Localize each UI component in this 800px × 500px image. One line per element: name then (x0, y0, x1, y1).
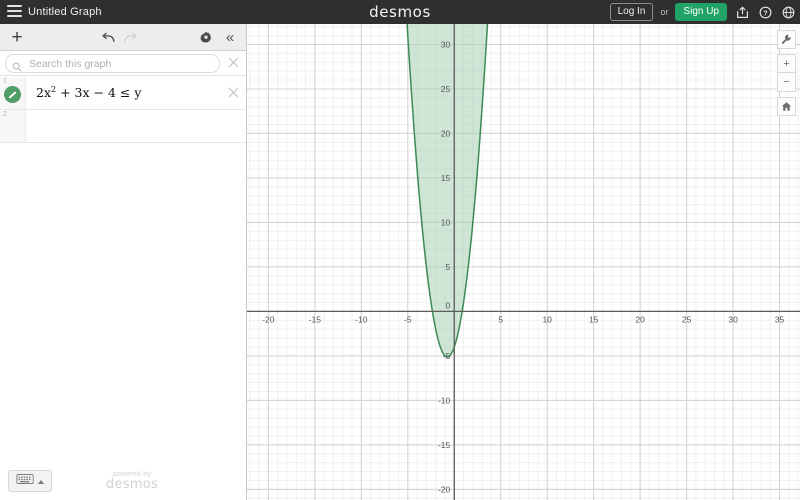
y-tick-label: 15 (441, 173, 451, 183)
zoom-controls: + − (777, 54, 796, 92)
or-label: or (660, 7, 669, 17)
log-in-button[interactable]: Log In (609, 3, 654, 21)
formula-rest: + 3x − 4 ≤ y (56, 85, 142, 101)
expression-row-1[interactable]: 1 2x2 + 3x − 4 ≤ y (0, 77, 246, 110)
y-tick-label: 5 (446, 262, 451, 272)
y-tick-label: -20 (438, 484, 451, 494)
expressions-panel: + « Search this graph 1 2x2 + 3x − 4 ≤ y… (0, 24, 247, 500)
y-tick-label: 10 (441, 217, 451, 227)
x-tick-label: 35 (775, 314, 785, 324)
powered-by-brand: desmos (105, 477, 159, 493)
keypad-toggle-button[interactable] (8, 470, 52, 492)
svg-text:?: ? (763, 10, 767, 17)
search-input[interactable] (27, 56, 213, 71)
expression-color-swatch[interactable] (4, 86, 21, 103)
caret-up-icon (37, 472, 45, 490)
add-expression-button[interactable]: + (4, 24, 30, 52)
graph-settings-wrench-button[interactable] (777, 30, 796, 49)
header-actions: Log In or Sign Up ? (609, 0, 796, 24)
expression-toolbar: + « (0, 24, 246, 51)
collapse-panel-button[interactable]: « (218, 24, 242, 50)
graph-canvas[interactable]: -20 -15 -10 -5 0 5 10 15 20 25 30 35 -20 -15 -10 -5 5 10 1… (247, 24, 800, 500)
search-box[interactable] (5, 54, 220, 73)
expression-list: 1 2x2 + 3x − 4 ≤ y 2 (0, 77, 246, 500)
x-tick-label: 25 (682, 314, 692, 324)
y-tick-label: -10 (438, 395, 451, 405)
formula-lhs: 2x (36, 85, 52, 101)
expression-formula[interactable]: 2x2 + 3x − 4 ≤ y (26, 77, 246, 109)
x-tick-label: 15 (589, 314, 599, 324)
help-circle-icon[interactable]: ? (757, 4, 773, 20)
sign-up-button[interactable]: Sign Up (675, 3, 727, 21)
search-close-icon[interactable] (227, 56, 240, 69)
search-bar (0, 51, 246, 76)
powered-by-desmos: powered by desmos (97, 471, 167, 492)
x-tick-label: 10 (542, 314, 552, 324)
delete-expression-icon[interactable] (227, 86, 240, 99)
globe-icon[interactable] (780, 4, 796, 20)
y-tick-label: 25 (441, 84, 451, 94)
zoom-in-button[interactable]: + (777, 54, 796, 73)
x-tick-label: 5 (498, 314, 503, 324)
row-number: 1 (3, 78, 7, 85)
gear-icon[interactable] (194, 24, 218, 50)
x-tick-label: -15 (309, 314, 322, 324)
redo-arrow-icon[interactable] (118, 24, 142, 50)
zoom-out-button[interactable]: − (777, 73, 796, 92)
y-tick-label: 20 (441, 128, 451, 138)
y-tick-label: -5 (443, 351, 451, 361)
keyboard-icon (15, 472, 34, 490)
search-icon (12, 59, 22, 72)
x-tick-label: 0 (446, 300, 451, 310)
undo-arrow-icon[interactable] (96, 24, 120, 50)
y-tick-label: -15 (438, 440, 451, 450)
share-icon[interactable] (734, 4, 750, 20)
expression-formula[interactable] (26, 110, 246, 142)
desmos-app: Untitled Graph desmos Log In or Sign Up … (0, 0, 800, 500)
expression-row-2[interactable]: 2 (0, 110, 246, 143)
graph-toolbar: + − (777, 30, 796, 116)
x-tick-label: 20 (635, 314, 645, 324)
x-tick-label: -10 (355, 314, 368, 324)
y-tick-label: 30 (441, 39, 451, 49)
x-tick-label: 30 (728, 314, 738, 324)
row-number: 2 (3, 111, 7, 118)
x-tick-label: -5 (404, 314, 412, 324)
app-header: Untitled Graph desmos Log In or Sign Up … (0, 0, 800, 24)
graph-svg[interactable]: -20 -15 -10 -5 0 5 10 15 20 25 30 35 -20 -15 -10 -5 5 10 1… (247, 24, 800, 500)
zoom-default-home-button[interactable] (777, 97, 796, 116)
x-tick-label: -20 (262, 314, 275, 324)
